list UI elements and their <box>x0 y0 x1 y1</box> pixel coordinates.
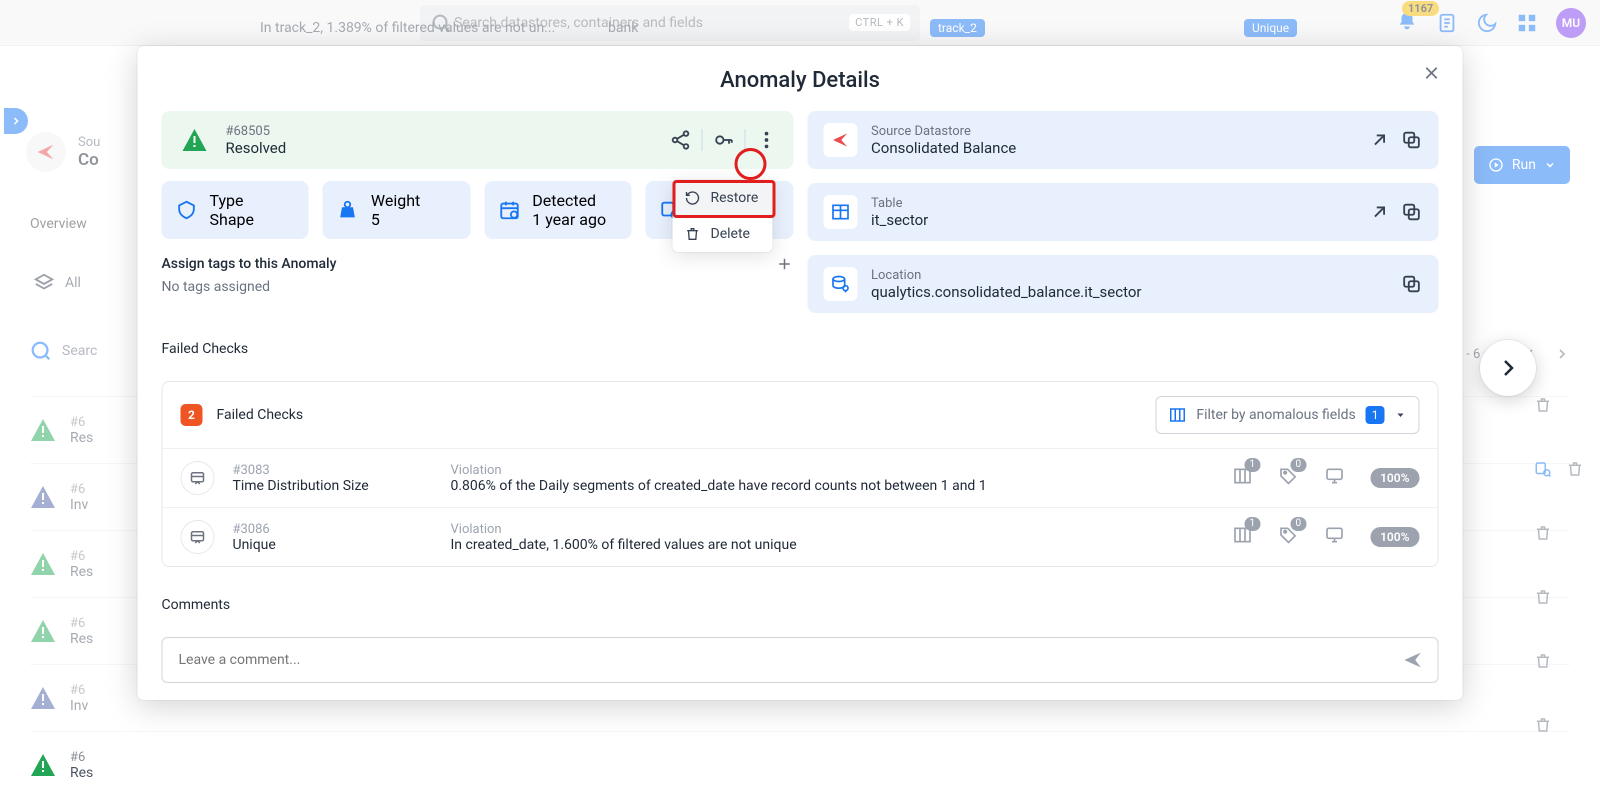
metric-detected-value: 1 year ago <box>532 210 606 229</box>
check-type-icon <box>181 520 215 554</box>
anomaly-header-card: #68505 Resolved <box>162 111 794 169</box>
metric-weight: Weight5 <box>323 181 470 239</box>
row-columns-icon[interactable]: 1 <box>1232 525 1252 549</box>
next-anomaly-button[interactable] <box>1480 340 1536 396</box>
close-icon <box>1423 64 1441 82</box>
location-icon <box>823 267 857 301</box>
metric-weight-value: 5 <box>371 210 420 229</box>
row-tag-icon[interactable]: 0 <box>1278 466 1298 490</box>
chevron-down-icon <box>1395 409 1407 421</box>
datastore-icon <box>823 123 857 157</box>
copy-icon[interactable] <box>1401 273 1423 295</box>
row-columns-icon[interactable]: 1 <box>1232 466 1252 490</box>
metric-type-value: Shape <box>210 210 254 229</box>
anomaly-id: #68505 <box>226 124 287 139</box>
failed-head-label: Failed Checks <box>217 407 304 423</box>
comment-input[interactable] <box>177 651 1402 669</box>
menu-item-delete-label: Delete <box>711 226 750 242</box>
more-vert-icon[interactable] <box>755 129 777 151</box>
row-tag-icon[interactable]: 0 <box>1278 525 1298 549</box>
metric-weight-label: Weight <box>371 191 420 210</box>
modal-title: Anomaly Details <box>138 68 1463 93</box>
share-icon[interactable] <box>669 129 691 151</box>
metric-type: TypeShape <box>162 181 309 239</box>
failed-check-row[interactable]: #3086Unique ViolationIn created_date, 1.… <box>163 507 1438 566</box>
open-link-icon[interactable] <box>1369 129 1391 151</box>
anomaly-details-modal: Anomaly Details #68505 Resolved <box>138 46 1463 700</box>
ds-label: Source Datastore <box>871 124 1016 139</box>
trash-icon <box>685 226 701 242</box>
chevron-right-icon <box>1496 356 1520 380</box>
no-tags-text: No tags assigned <box>162 279 794 295</box>
calendar-icon <box>498 199 520 221</box>
check-type-icon <box>181 461 215 495</box>
table-icon <box>823 195 857 229</box>
assign-tags-label: Assign tags to this Anomaly <box>162 256 337 272</box>
source-datastore-card: Source DatastoreConsolidated Balance <box>807 111 1439 169</box>
add-tag-button[interactable] <box>775 255 793 273</box>
copy-icon[interactable] <box>1401 201 1423 223</box>
table-label: Table <box>871 196 928 211</box>
actions-menu: Restore Delete <box>673 180 773 252</box>
key-icon[interactable] <box>712 129 734 151</box>
row-pct-badge: 100% <box>1370 468 1419 488</box>
metric-detected: Detected1 year ago <box>484 181 631 239</box>
columns-icon <box>1168 406 1186 424</box>
failed-checks-label: Failed Checks <box>162 341 1439 357</box>
failed-count-badge: 2 <box>181 404 203 426</box>
row-monitor-icon[interactable] <box>1324 525 1344 549</box>
failed-check-row[interactable]: #3083Time Distribution Size Violation0.8… <box>163 448 1438 507</box>
menu-item-delete[interactable]: Delete <box>673 216 773 252</box>
send-icon[interactable] <box>1402 649 1424 671</box>
location-card: Locationqualytics.consolidated_balance.i… <box>807 255 1439 313</box>
row-pct-badge: 100% <box>1370 527 1419 547</box>
anomaly-status: Resolved <box>226 139 287 157</box>
failed-checks-card: 2 Failed Checks Filter by anomalous fiel… <box>162 381 1439 567</box>
status-triangle-icon <box>182 129 208 151</box>
restore-icon <box>685 190 701 206</box>
comment-input-wrap <box>162 637 1439 683</box>
metric-type-label: Type <box>210 191 254 210</box>
ds-value: Consolidated Balance <box>871 139 1016 157</box>
open-link-icon[interactable] <box>1369 201 1391 223</box>
location-label: Location <box>871 268 1142 283</box>
table-value: it_sector <box>871 211 928 229</box>
bg-anomaly-row[interactable]: #6Res <box>30 731 1570 798</box>
table-card: Tableit_sector <box>807 183 1439 241</box>
menu-item-restore[interactable]: Restore <box>673 180 773 216</box>
filter-fields-button[interactable]: Filter by anomalous fields 1 <box>1155 396 1419 434</box>
shape-icon <box>176 199 198 221</box>
comments-label: Comments <box>162 597 1439 613</box>
copy-icon[interactable] <box>1401 129 1423 151</box>
row-monitor-icon[interactable] <box>1324 466 1344 490</box>
menu-item-restore-label: Restore <box>711 190 759 206</box>
modal-close-button[interactable] <box>1423 64 1441 86</box>
filter-placeholder: Filter by anomalous fields <box>1196 407 1355 423</box>
metric-detected-label: Detected <box>532 191 606 210</box>
weight-icon <box>337 199 359 221</box>
location-value: qualytics.consolidated_balance.it_sector <box>871 283 1142 301</box>
filter-count: 1 <box>1366 406 1385 424</box>
